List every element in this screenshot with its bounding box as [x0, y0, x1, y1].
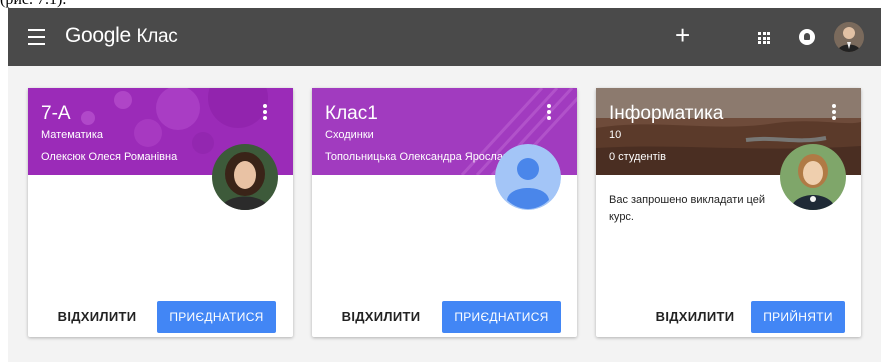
- decline-button[interactable]: ВІДХИЛИТИ: [341, 301, 421, 333]
- classes-area: 7-А Математика Олексюк Олеся Романівна В…: [8, 66, 881, 362]
- class-card-7a: 7-А Математика Олексюк Олеся Романівна В…: [28, 88, 293, 337]
- teacher-photo: [212, 144, 278, 210]
- class-subject: Сходинки: [325, 129, 374, 141]
- invite-message: Вас запрошено викладати цей курс.: [609, 194, 765, 223]
- more-options-icon[interactable]: [547, 104, 551, 120]
- decline-button[interactable]: ВІДХИЛИТИ: [655, 301, 735, 333]
- teacher-photo: [780, 144, 846, 210]
- class-title[interactable]: Клас1: [325, 103, 378, 125]
- class-title[interactable]: Інформатика: [609, 103, 723, 125]
- plus-icon[interactable]: +: [675, 21, 690, 49]
- join-button[interactable]: ПРИЄДНАТИСЯ: [157, 301, 276, 333]
- accept-button[interactable]: ПРИЙНЯТИ: [751, 301, 845, 333]
- class-card-informatyka: Інформатика 10 0 студентів Вас запрошено…: [596, 88, 861, 337]
- notifications-icon[interactable]: [799, 29, 815, 45]
- students-count: 0 студентів: [609, 151, 666, 163]
- apps-icon[interactable]: [758, 32, 770, 44]
- brand-google: Google: [65, 24, 131, 47]
- caption-text: (рис. 7.1).: [0, 0, 66, 8]
- class-teacher: Олексюк Олеся Романівна: [41, 151, 178, 163]
- app-header: Google Клас +: [8, 8, 881, 66]
- join-button[interactable]: ПРИЄДНАТИСЯ: [442, 301, 561, 333]
- app-logo[interactable]: Google Клас: [65, 24, 178, 48]
- class-section: 10: [609, 129, 622, 141]
- more-options-icon[interactable]: [832, 104, 836, 120]
- default-avatar-icon: [495, 144, 561, 210]
- decline-button[interactable]: ВІДХИЛИТИ: [57, 301, 137, 333]
- class-title[interactable]: 7-А: [41, 103, 71, 125]
- menu-icon[interactable]: [28, 29, 45, 45]
- more-options-icon[interactable]: [263, 104, 267, 120]
- class-subject: Математика: [41, 129, 103, 141]
- class-card-klas1: Клас1 Сходинки Топольницька Олександра Я…: [312, 88, 577, 337]
- brand-product: Клас: [136, 26, 178, 47]
- account-avatar[interactable]: [834, 22, 864, 52]
